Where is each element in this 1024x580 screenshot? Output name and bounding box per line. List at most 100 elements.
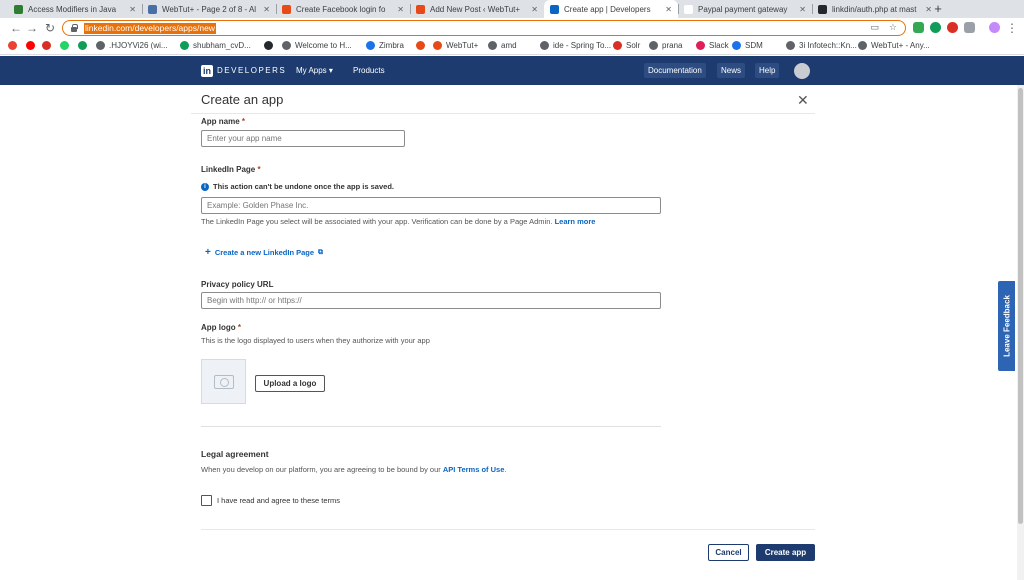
bookmark-item[interactable] — [60, 41, 73, 50]
create-app-button[interactable]: Create app — [756, 544, 815, 561]
tab-favicon-icon — [818, 4, 827, 14]
documentation-button[interactable]: Documentation — [644, 63, 706, 78]
bookmark-item[interactable]: 3i Infotech::Kn... — [786, 41, 857, 50]
browser-tab[interactable]: Paypal payment gateway ✕ — [678, 0, 812, 18]
bookmark-item[interactable]: .HJOYVi26 (wi... — [96, 41, 168, 50]
bookmark-item[interactable] — [26, 41, 39, 50]
bookmark-item[interactable] — [78, 41, 91, 50]
linkedin-header: in DEVELOPERS My Apps ▾ Products Documen… — [0, 56, 1024, 85]
extension-icon[interactable] — [964, 22, 975, 33]
leave-feedback-button[interactable]: Leave Feedback — [998, 281, 1015, 371]
avatar[interactable] — [794, 63, 810, 79]
bookmark-item[interactable]: Welcome to H... — [282, 41, 352, 50]
news-button[interactable]: News — [717, 63, 746, 78]
api-terms-link[interactable]: API Terms of Use — [443, 465, 505, 474]
bookmark-item[interactable]: prana — [649, 41, 682, 50]
tab-favicon-icon — [550, 4, 559, 14]
bookmark-item[interactable] — [416, 41, 429, 50]
tab-favicon-icon — [14, 4, 23, 14]
browser-tab[interactable]: Add New Post ‹ WebTut+ ✕ — [410, 0, 544, 18]
bookmark-item[interactable]: Solr — [613, 41, 640, 50]
tab-close-icon[interactable]: ✕ — [665, 5, 672, 14]
bookmark-item[interactable]: WebTut+ — [433, 41, 478, 50]
bookmark-item[interactable]: amd — [488, 41, 517, 50]
tab-close-icon[interactable]: ✕ — [129, 5, 136, 14]
bookmark-label: WebTut+ - Any... — [871, 41, 930, 50]
tab-favicon-icon — [282, 4, 291, 14]
lock-icon — [70, 24, 78, 32]
legal-text: When you develop on our platform, you ar… — [201, 465, 507, 474]
bookmark-item[interactable]: Zimbra — [366, 41, 404, 50]
tab-title: Create Facebook login fo — [296, 4, 386, 14]
browser-tab[interactable]: WebTut+ - Page 2 of 8 - Al ✕ — [142, 0, 276, 18]
profile-avatar-icon[interactable] — [989, 22, 1000, 33]
address-bar[interactable]: linkedin.com/developers/apps/new ▭ ☆ — [62, 20, 906, 36]
bookmark-favicon-icon — [433, 41, 442, 50]
close-icon[interactable]: ✕ — [797, 93, 809, 107]
section-divider — [201, 426, 661, 427]
app-logo-help: This is the logo displayed to users when… — [201, 336, 430, 345]
bookmark-label: ide - Spring To... — [553, 41, 612, 50]
terms-checkbox-label[interactable]: I have read and agree to these terms — [217, 496, 340, 505]
tab-strip: Access Modifiers in Java ✕ WebTut+ - Page … — [0, 0, 1024, 18]
app-name-input[interactable] — [201, 130, 405, 147]
bookmark-label: 3i Infotech::Kn... — [799, 41, 857, 50]
bookmark-item[interactable]: ide - Spring To... — [540, 41, 611, 50]
bookmark-item[interactable] — [42, 41, 55, 50]
scrollbar-thumb[interactable] — [1018, 88, 1023, 524]
linkedin-logo-icon[interactable]: in — [201, 65, 213, 77]
tab-title: Access Modifiers in Java — [28, 4, 117, 14]
bookmark-item[interactable]: Slack — [696, 41, 729, 50]
browser-toolbar: ← → ↻ linkedin.com/developers/apps/new ▭… — [0, 18, 1024, 38]
linkedin-page-label: LinkedIn Page * — [201, 165, 261, 174]
bookmark-item[interactable] — [8, 41, 21, 50]
extension-icon[interactable] — [947, 22, 958, 33]
warning-message: i This action can't be undone once the ap… — [201, 182, 394, 191]
tab-close-icon[interactable]: ✕ — [397, 5, 404, 14]
tab-close-icon[interactable]: ✕ — [263, 5, 270, 14]
extension-icon[interactable] — [913, 22, 924, 33]
bookmark-label: prana — [662, 41, 683, 50]
bookmark-item[interactable] — [264, 41, 277, 50]
terms-checkbox[interactable] — [201, 495, 212, 506]
bookmark-item[interactable]: shubham_cvD... — [180, 41, 251, 50]
learn-more-link[interactable]: Learn more — [555, 217, 596, 226]
bookmark-favicon-icon — [416, 41, 425, 50]
new-tab-button[interactable]: + — [930, 1, 946, 16]
tab-close-icon[interactable]: ✕ — [799, 5, 806, 14]
linkedin-page-input[interactable] — [201, 197, 661, 214]
bookmark-favicon-icon — [60, 41, 69, 50]
back-icon[interactable]: ← — [8, 20, 24, 36]
bookmark-item[interactable]: SDM — [732, 41, 763, 50]
reload-icon[interactable]: ↻ — [42, 20, 58, 36]
bookmark-favicon-icon — [42, 41, 51, 50]
cancel-button[interactable]: Cancel — [708, 544, 749, 561]
bookmark-favicon-icon — [732, 41, 741, 50]
url-text: linkedin.com/developers/apps/new — [84, 22, 216, 34]
reader-icon[interactable]: ▭ — [870, 22, 879, 33]
upload-logo-button[interactable]: Upload a logo — [255, 375, 325, 392]
tab-close-icon[interactable]: ✕ — [531, 5, 538, 14]
bookmark-favicon-icon — [8, 41, 17, 50]
products-link[interactable]: Products — [353, 66, 385, 75]
privacy-policy-input[interactable] — [201, 292, 661, 309]
bookmark-star-icon[interactable]: ☆ — [889, 22, 897, 33]
developers-brand[interactable]: DEVELOPERS — [217, 66, 286, 75]
browser-tab[interactable]: Create app | Developers ✕ — [544, 0, 678, 18]
create-linkedin-page-link[interactable]: + Create a new LinkedIn Page ⧉ — [205, 247, 323, 257]
extension-icon[interactable] — [930, 22, 941, 33]
browser-tab[interactable]: Access Modifiers in Java ✕ — [8, 0, 142, 18]
bookmark-favicon-icon — [264, 41, 273, 50]
bookmarks-bar: .HJOYVi26 (wi... shubham_cvD... Welcome to… — [0, 38, 1024, 55]
my-apps-menu[interactable]: My Apps ▾ — [296, 66, 333, 75]
forward-icon[interactable]: → — [24, 20, 40, 36]
bookmark-item[interactable]: WebTut+ - Any... — [858, 41, 930, 50]
legal-agreement-title: Legal agreement — [201, 449, 269, 459]
title-divider — [191, 113, 815, 114]
tab-favicon-icon — [684, 4, 693, 14]
browser-tab[interactable]: linkdin/auth.php at mast ✕ — [812, 0, 938, 18]
bookmark-label: Welcome to H... — [295, 41, 352, 50]
help-button[interactable]: Help — [755, 63, 780, 78]
browser-tab[interactable]: Create Facebook login fo ✕ — [276, 0, 410, 18]
menu-icon[interactable]: ⋮ — [1004, 20, 1020, 36]
